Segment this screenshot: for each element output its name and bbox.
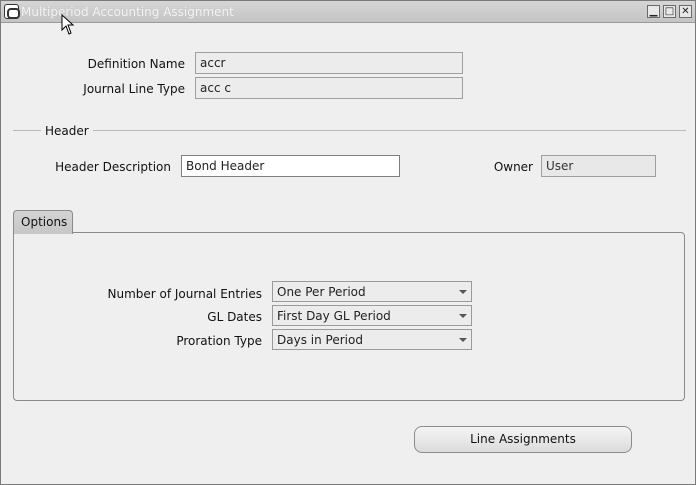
mouse-pointer-icon <box>61 14 75 35</box>
maximize-button[interactable]: □ <box>663 5 676 18</box>
header-separator <box>13 130 686 131</box>
window-title: Multiperiod Accounting Assignment <box>21 5 234 19</box>
proration-type-select[interactable]: Days in Period <box>272 329 472 350</box>
proration-type-value: Days in Period <box>277 333 363 347</box>
definition-name-field[interactable]: accr <box>195 52 463 74</box>
dropdown-arrow-icon[interactable] <box>459 290 467 294</box>
gl-dates-select[interactable]: First Day GL Period <box>272 305 472 326</box>
header-section-title: Header <box>41 124 93 138</box>
journal-line-type-field[interactable]: acc c <box>195 77 463 99</box>
header-description-field[interactable]: Bond Header <box>181 155 400 177</box>
header-description-label: Header Description <box>55 160 171 174</box>
minimize-button[interactable]: ▁ <box>647 5 660 18</box>
definition-name-label: Definition Name <box>87 57 185 71</box>
dropdown-arrow-icon[interactable] <box>459 314 467 318</box>
close-icon: ✕ <box>681 6 690 17</box>
number-of-journal-entries-select[interactable]: One Per Period <box>272 281 472 302</box>
owner-field[interactable]: User <box>541 155 656 177</box>
tab-options[interactable]: Options <box>13 210 73 234</box>
title-bar[interactable]: Multiperiod Accounting Assignment ▁ □ ✕ <box>1 1 695 35</box>
number-of-journal-entries-value: One Per Period <box>277 285 366 299</box>
maximize-icon: □ <box>664 6 675 17</box>
close-button[interactable]: ✕ <box>679 5 692 18</box>
journal-line-type-label: Journal Line Type <box>83 82 185 96</box>
line-assignments-button[interactable]: Line Assignments <box>414 426 632 453</box>
gl-dates-label: GL Dates <box>207 310 262 324</box>
dropdown-arrow-icon[interactable] <box>459 338 467 342</box>
dialog-window: Multiperiod Accounting Assignment ▁ □ ✕ … <box>0 0 696 485</box>
minimize-icon: ▁ <box>649 6 658 17</box>
tab-options-label: Options <box>21 215 68 229</box>
number-of-journal-entries-label: Number of Journal Entries <box>107 287 262 301</box>
gl-dates-value: First Day GL Period <box>277 309 391 323</box>
oracle-forms-icon <box>4 4 20 19</box>
owner-label: Owner <box>493 160 533 174</box>
proration-type-label: Proration Type <box>176 334 262 348</box>
